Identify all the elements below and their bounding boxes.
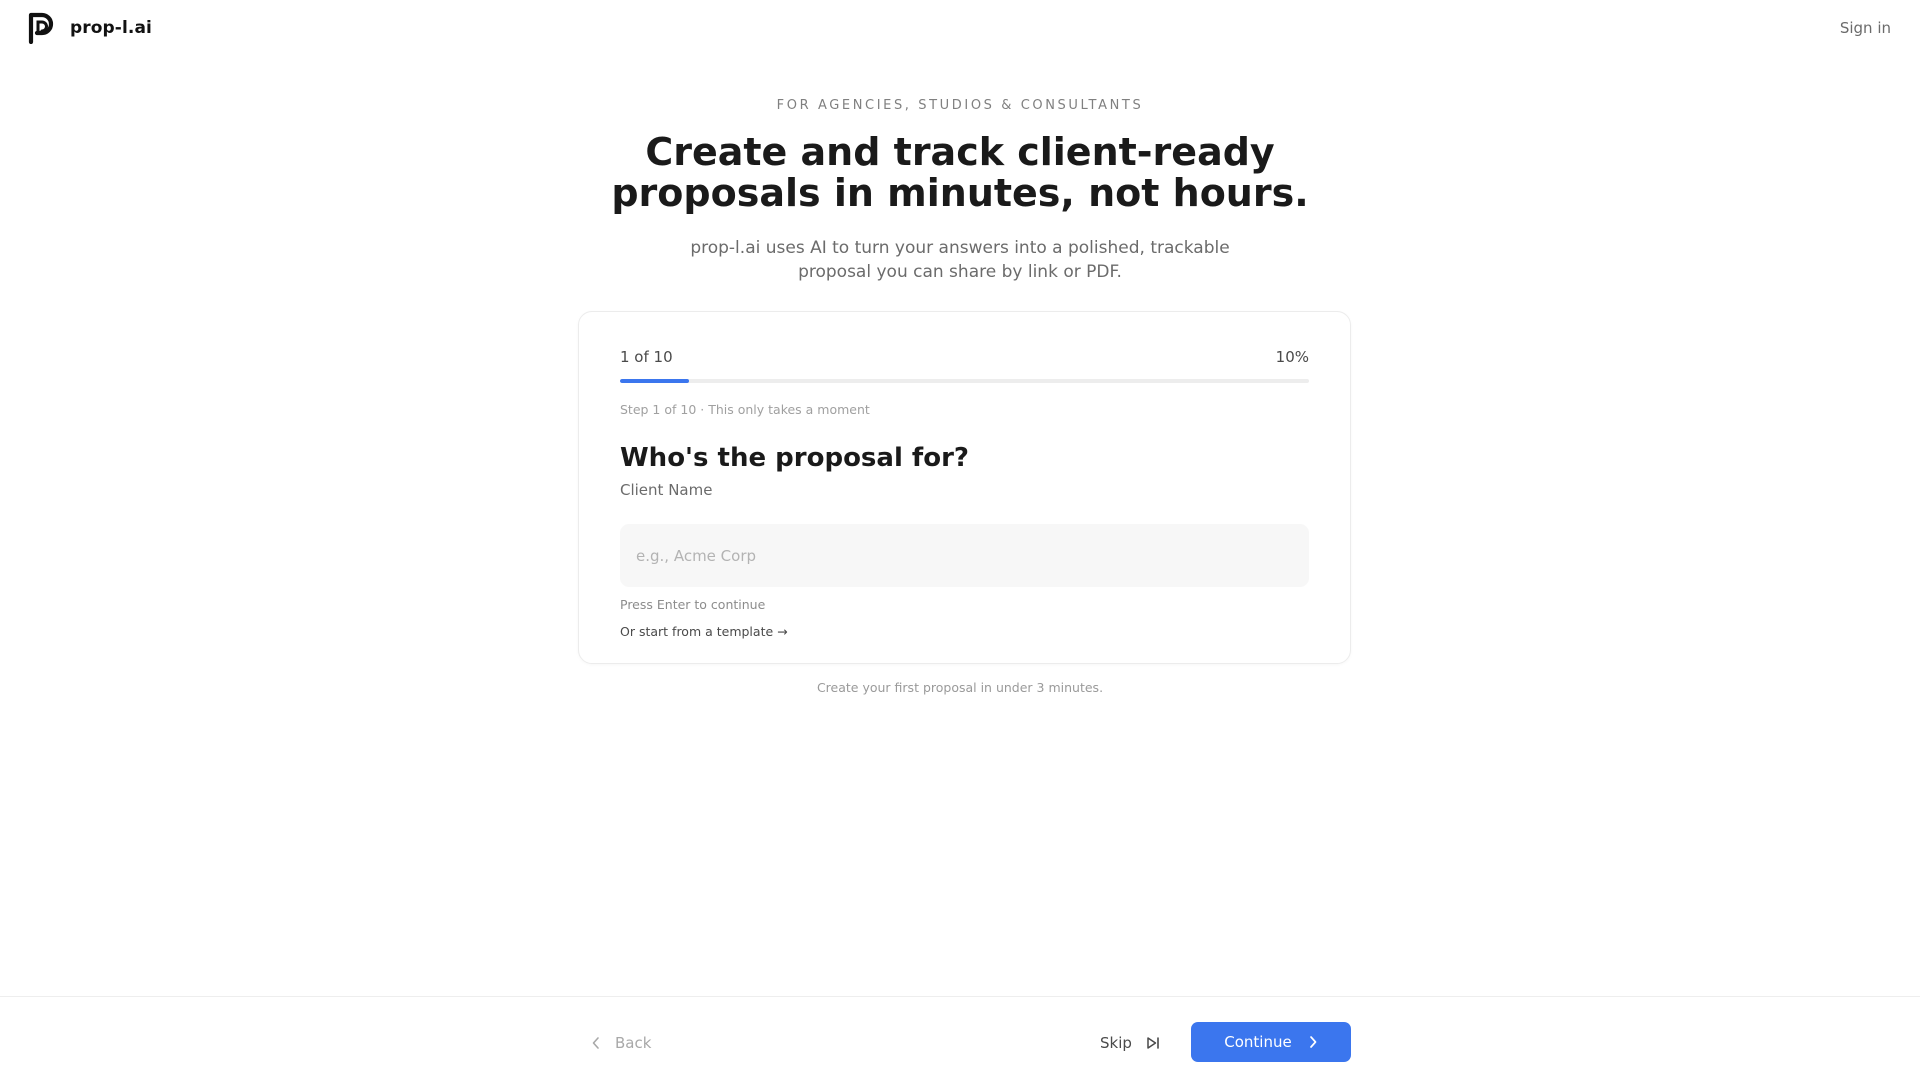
wizard-card: 1 of 10 10% Step 1 of 10 · This only tak… xyxy=(578,311,1351,664)
skip-button[interactable]: Skip xyxy=(1100,1034,1160,1052)
start-from-template-link[interactable]: Or start from a template → xyxy=(620,624,788,639)
question-title: Who's the proposal for? xyxy=(620,443,969,473)
client-name-input[interactable] xyxy=(620,524,1309,587)
progress-bar xyxy=(620,379,1309,383)
back-button[interactable]: Back xyxy=(591,1034,651,1052)
sign-in-link[interactable]: Sign in xyxy=(1840,19,1891,37)
progress-bar-fill xyxy=(620,379,689,383)
chevron-right-icon xyxy=(1308,1035,1318,1049)
brand-name: prop-l.ai xyxy=(70,18,152,38)
page-headline: Create and track client-ready proposals … xyxy=(611,130,1309,215)
continue-label: Continue xyxy=(1224,1033,1292,1051)
continue-button[interactable]: Continue xyxy=(1191,1022,1351,1062)
progress-header: 1 of 10 10% xyxy=(620,348,1309,366)
skip-forward-icon xyxy=(1146,1036,1160,1050)
skip-label: Skip xyxy=(1100,1034,1132,1052)
progress-percent: 10% xyxy=(1275,348,1309,366)
top-header: prop-l.ai Sign in xyxy=(0,0,1920,56)
client-name-label: Client Name xyxy=(620,481,713,499)
page-subhead: prop-l.ai uses AI to turn your answers i… xyxy=(690,238,1230,282)
back-label: Back xyxy=(615,1034,652,1052)
brand-home-link[interactable]: prop-l.ai xyxy=(28,12,152,44)
enter-hint: Press Enter to continue xyxy=(620,597,766,612)
footnote: Create your first proposal in under 3 mi… xyxy=(816,680,1104,695)
wizard-nav-bar: Back Skip Continue xyxy=(0,996,1920,1080)
hero: FOR AGENCIES, STUDIOS & CONSULTANTS Crea… xyxy=(0,98,1920,284)
chevron-left-icon xyxy=(591,1036,601,1050)
step-counter: 1 of 10 xyxy=(620,348,673,366)
page: prop-l.ai Sign in FOR AGENCIES, STUDIOS … xyxy=(0,0,1920,1080)
logo-icon xyxy=(28,12,59,44)
eyebrow-text: FOR AGENCIES, STUDIOS & CONSULTANTS xyxy=(776,98,1144,113)
step-note: Step 1 of 10 · This only takes a moment xyxy=(620,402,870,417)
